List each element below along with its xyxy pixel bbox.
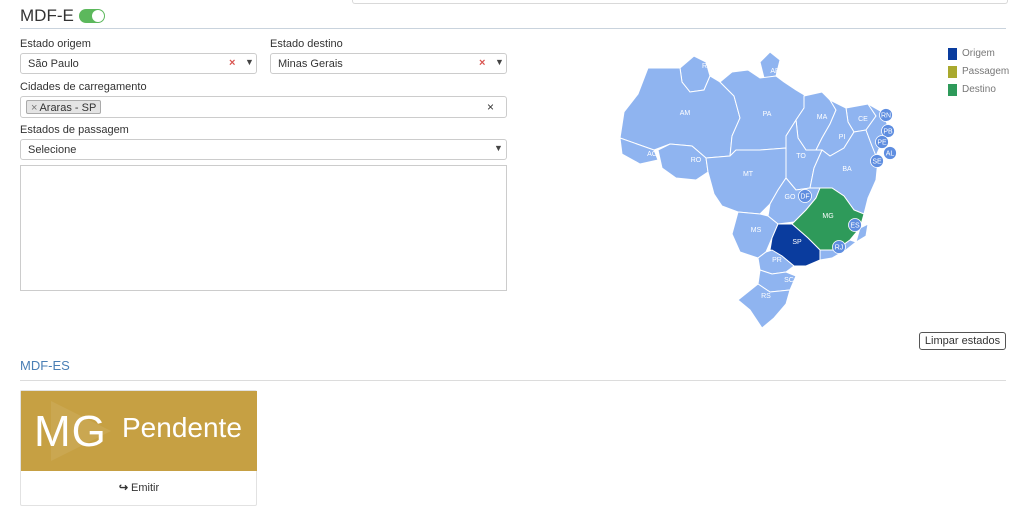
origem-label: Estado origem [20,38,91,50]
destino-value: Minas Gerais [278,58,343,70]
label-pa: PA [763,111,772,118]
bubble-label-se: SE [872,159,882,166]
label-ms: MS [751,227,762,234]
mdfe-card-banner: MG Pendente [21,391,257,471]
label-rr: RR [702,63,712,70]
destino-label: Estado destino [270,38,343,50]
cidades-clear-icon[interactable]: × [487,100,494,114]
mdfe-card: MG Pendente ↪ Emitir [20,390,257,506]
destino-clear-icon[interactable]: × [479,57,485,69]
origem-select[interactable]: São Paulo × ▼ [20,53,257,74]
legend-swatch-origem [948,48,957,60]
emitir-button[interactable]: ↪ Emitir [21,471,257,505]
label-go: GO [785,194,796,201]
toggle-knob [92,10,104,22]
label-mt: MT [743,171,754,178]
bubble-label-rn: RN [881,113,891,120]
mdfes-section-title: MDF-ES [20,358,70,373]
top-panel-edge [352,0,1008,4]
legend-swatch-destino [948,84,957,96]
passagem-value: Selecione [28,144,77,156]
origem-value: São Paulo [28,58,79,70]
cidades-label: Cidades de carregamento [20,81,147,93]
chevron-down-icon[interactable]: ▼ [495,57,504,67]
passagem-list-area[interactable] [20,165,507,291]
brazil-map: RR AP AM PA MA CE PI AC RO TO BA MT GO M… [619,51,897,329]
city-tag: × Araras - SP [26,100,102,114]
cidades-multiselect[interactable]: × Araras - SP × [20,96,507,118]
chevron-down-icon[interactable]: ▼ [494,143,503,153]
tag-remove-icon[interactable]: × [31,102,37,114]
emitir-label: Emitir [131,482,160,494]
legend-swatch-passagem [948,66,957,78]
page-title: MDF-E [20,6,74,25]
label-ba: BA [842,166,852,173]
bubble-label-al: AL [886,151,895,158]
passagem-label: Estados de passagem [20,124,129,136]
bubble-label-es: ES [850,223,860,230]
label-sc: SC [784,277,794,284]
label-ce: CE [858,116,868,123]
mdfe-header: MDF-E [20,6,1006,29]
label-to: TO [796,153,806,160]
clear-states-button[interactable]: Limpar estados [919,332,1006,350]
label-rs: RS [761,293,771,300]
label-ma: MA [817,114,828,121]
label-mg: MG [822,213,833,220]
state-rs[interactable] [737,283,791,329]
origem-clear-icon[interactable]: × [229,57,235,69]
label-ap: AP [770,68,780,75]
passagem-select[interactable]: Selecione ▼ [20,139,507,160]
mdfe-card-status: Pendente [122,412,242,443]
mdfe-card-uf: MG [34,407,107,456]
share-icon: ↪ [118,482,129,494]
mdfe-toggle[interactable] [79,9,105,23]
mdfes-section-header: MDF-ES [20,356,1006,381]
bubble-label-pb: PB [883,129,893,136]
bubble-label-rj: RJ [835,245,844,252]
label-am: AM [680,110,691,117]
bubble-label-pe: PE [877,140,887,147]
label-ac: AC [647,151,657,158]
label-sp: SP [792,239,802,246]
label-pi: PI [839,134,846,141]
city-tag-label: Araras - SP [39,102,97,114]
destino-select[interactable]: Minas Gerais × ▼ [270,53,507,74]
bubble-label-df: DF [800,194,809,201]
label-ro: RO [691,157,702,164]
chevron-down-icon[interactable]: ▼ [245,57,254,67]
label-pr: PR [772,257,782,264]
